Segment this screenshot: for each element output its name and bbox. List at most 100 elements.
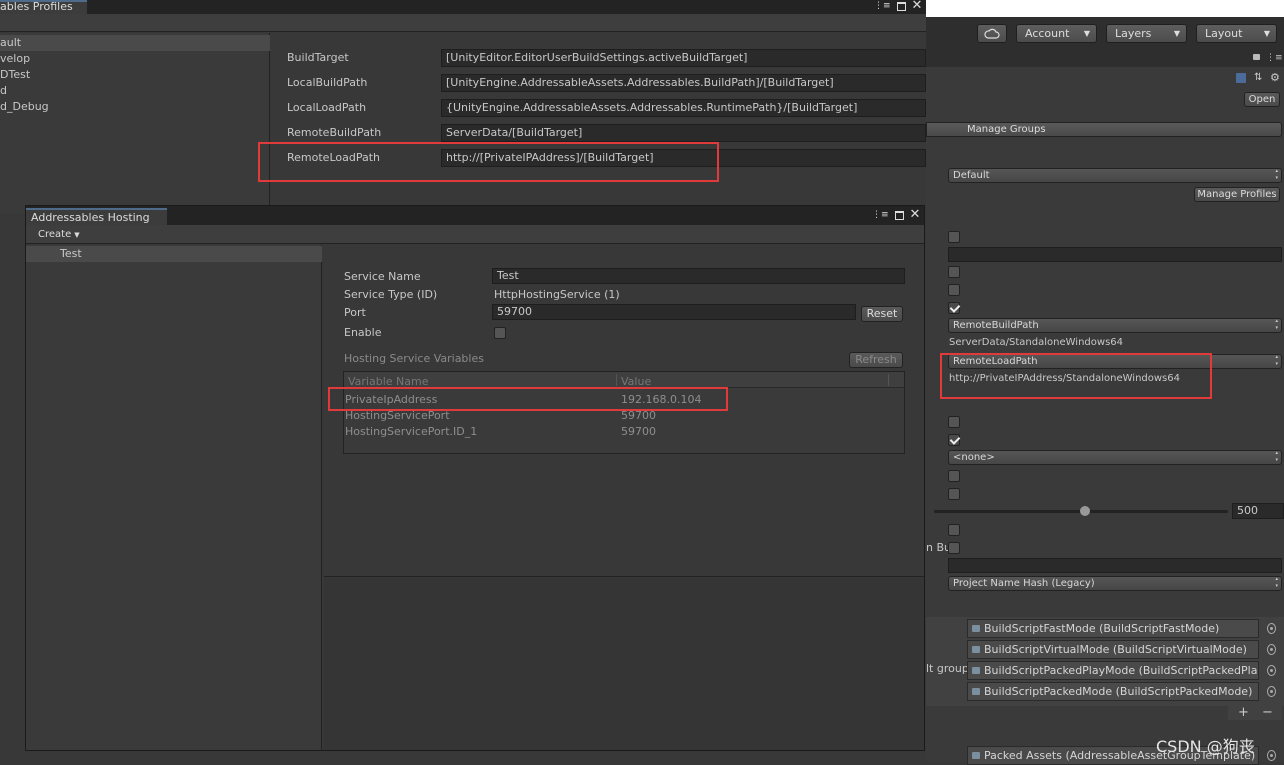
hosting-toolbar xyxy=(26,225,924,244)
port-label: Port xyxy=(344,306,366,319)
profile-var-field[interactable]: {UnityEngine.AddressableAssets.Addressab… xyxy=(441,99,926,117)
account-label: Account xyxy=(1025,27,1070,40)
maximize-icon[interactable] xyxy=(894,210,904,220)
inspector-text-field-2[interactable] xyxy=(948,558,1282,573)
inspector-checkbox-1[interactable] xyxy=(948,231,960,243)
service-type-label: Service Type (ID) xyxy=(344,288,438,301)
hash-dropdown[interactable]: Project Name Hash (Legacy) xyxy=(948,576,1282,591)
cloud-icon xyxy=(984,28,1000,39)
build-script-item[interactable]: BuildScriptPackedPlayMode (BuildScriptPa… xyxy=(967,661,1259,680)
slider-thumb[interactable] xyxy=(1080,506,1090,516)
chevron-down-icon: ▼ xyxy=(74,231,80,239)
build-script-item[interactable]: BuildScriptVirtualMode (BuildScriptVirtu… xyxy=(967,640,1259,659)
minus-icon[interactable]: − xyxy=(1262,705,1273,720)
remote-build-value: ServerData/StandaloneWindows64 xyxy=(949,337,1123,348)
port-field[interactable]: 59700 xyxy=(492,304,856,320)
inspector-checkbox-8[interactable] xyxy=(948,488,960,500)
preset-icon[interactable]: ⇅ xyxy=(1254,72,1262,83)
hosting-tab[interactable]: Addressables Hosting xyxy=(26,208,167,225)
profile-var-label: BuildTarget xyxy=(287,51,349,64)
service-item[interactable]: Test xyxy=(60,246,82,262)
open-button[interactable]: Open xyxy=(1244,92,1280,107)
none-dropdown[interactable]: <none> xyxy=(948,450,1282,465)
inspector-checkbox-7[interactable] xyxy=(948,470,960,482)
inspector-checkbox-2[interactable] xyxy=(948,266,960,278)
object-picker-icon[interactable] xyxy=(1267,686,1276,697)
menu-icon[interactable]: ⋮≡ xyxy=(1266,53,1283,63)
menu-icon[interactable]: ⋮≡ xyxy=(874,0,891,12)
col-value-header[interactable]: Value xyxy=(621,375,651,388)
var-value: 192.168.0.104 xyxy=(621,393,702,406)
refresh-button[interactable]: Refresh xyxy=(849,352,903,368)
profile-var-field[interactable]: http://[PrivateIPAddress]/[BuildTarget] xyxy=(441,149,926,167)
maximize-icon[interactable] xyxy=(896,1,906,11)
inspector-checkbox-3[interactable] xyxy=(948,284,960,296)
profiles-list-selected xyxy=(0,35,270,51)
profile-item[interactable]: d xyxy=(0,83,7,99)
enable-checkbox[interactable] xyxy=(494,327,506,339)
hosting-vars-title: Hosting Service Variables xyxy=(344,352,484,365)
hosting-window-controls: ⋮≡ ✕ xyxy=(872,208,921,221)
chevron-down-icon: ▼ xyxy=(1263,29,1270,38)
remote-load-dropdown[interactable]: RemoteLoadPath xyxy=(948,354,1282,369)
cut-label-group: lt group xyxy=(926,662,969,675)
layers-dropdown[interactable]: Layers ▼ xyxy=(1106,24,1187,43)
profiles-tab-title: ables Profiles xyxy=(0,0,73,13)
object-picker-icon[interactable] xyxy=(1267,665,1276,676)
profile-item[interactable]: velop xyxy=(0,51,30,67)
col-divider xyxy=(616,374,617,386)
col-name-header[interactable]: Variable Name xyxy=(348,375,429,388)
reset-button[interactable]: Reset xyxy=(861,306,903,322)
list-footer xyxy=(1228,706,1282,720)
profile-var-field[interactable]: [UnityEngine.AddressableAssets.Addressab… xyxy=(441,74,926,92)
layers-label: Layers xyxy=(1115,27,1152,40)
cloud-button[interactable] xyxy=(977,24,1007,43)
create-label: Create xyxy=(38,229,72,240)
profile-item[interactable]: ault xyxy=(0,35,21,51)
col-divider xyxy=(888,374,889,386)
profile-var-field[interactable]: ServerData/[BuildTarget] xyxy=(441,124,926,142)
service-type-value: HttpHostingService (1) xyxy=(494,288,620,301)
services-list xyxy=(26,245,322,750)
object-picker-icon[interactable] xyxy=(1267,644,1276,655)
manage-profiles-button[interactable]: Manage Profiles xyxy=(1194,187,1280,202)
inspector-checkbox-4[interactable] xyxy=(948,302,960,314)
slider-value-field[interactable]: 500 xyxy=(1232,503,1284,519)
layout-dropdown[interactable]: Layout ▼ xyxy=(1196,24,1277,43)
inspector-checkbox-6[interactable] xyxy=(948,434,960,446)
profile-var-field[interactable]: [UnityEditor.EditorUserBuildSettings.act… xyxy=(441,49,926,67)
remote-load-value: http://PrivateIPAddress/StandaloneWindow… xyxy=(949,373,1180,384)
help-icon[interactable] xyxy=(1236,73,1246,83)
chevron-down-icon: ▼ xyxy=(1173,29,1180,38)
plus-icon[interactable]: + xyxy=(1238,705,1249,720)
profiles-toolbar xyxy=(0,14,926,32)
build-script-item[interactable]: BuildScriptPackedMode (BuildScriptPacked… xyxy=(967,682,1259,701)
create-dropdown[interactable]: Create ▼ xyxy=(32,228,84,242)
profile-item[interactable]: DTest xyxy=(0,67,30,83)
profiles-tab[interactable]: ables Profiles xyxy=(0,0,87,14)
service-name-field[interactable]: Test xyxy=(492,268,905,284)
editor-toolbar xyxy=(926,0,1284,17)
menu-icon[interactable]: ⋮≡ xyxy=(872,209,889,221)
remote-build-dropdown[interactable]: RemoteBuildPath xyxy=(948,318,1282,333)
profile-dropdown[interactable]: Default xyxy=(948,168,1282,183)
inspector-checkbox-5[interactable] xyxy=(948,416,960,428)
account-dropdown[interactable]: Account ▼ xyxy=(1016,24,1097,43)
object-picker-icon[interactable] xyxy=(1267,623,1276,634)
object-picker-icon[interactable] xyxy=(1267,750,1276,761)
lock-icon[interactable] xyxy=(1253,54,1260,60)
service-log-area xyxy=(324,578,924,750)
profile-var-label: RemoteLoadPath xyxy=(287,151,380,164)
profile-item[interactable]: d_Debug xyxy=(0,99,49,115)
profiles-list xyxy=(0,33,270,213)
inspector-text-field[interactable] xyxy=(948,247,1282,262)
gear-icon[interactable]: ⚙ xyxy=(1270,71,1280,84)
profiles-window-controls: ⋮≡ ✕ xyxy=(874,0,922,12)
var-name: PrivateIpAddress xyxy=(345,393,438,406)
close-icon[interactable]: ✕ xyxy=(910,208,921,221)
manage-groups-button[interactable]: Manage Groups xyxy=(926,122,1282,137)
close-icon[interactable]: ✕ xyxy=(912,0,923,12)
build-script-item[interactable]: BuildScriptFastMode (BuildScriptFastMode… xyxy=(967,619,1259,638)
inspector-checkbox-10[interactable] xyxy=(948,542,960,554)
inspector-checkbox-9[interactable] xyxy=(948,524,960,536)
